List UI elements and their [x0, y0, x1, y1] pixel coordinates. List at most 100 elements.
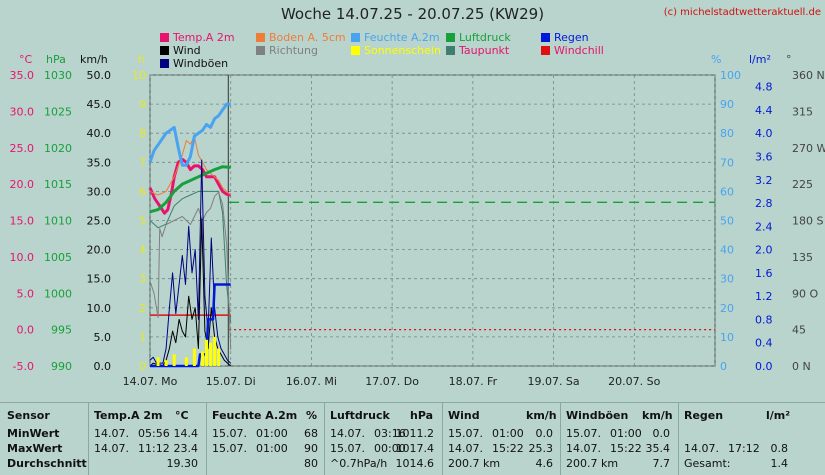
x-tick-label: 18.07. Fr	[449, 375, 498, 388]
tick-label-hpa: 1030	[44, 69, 72, 82]
tick-label-hpa: 995	[51, 324, 72, 337]
sunshine-bar	[184, 357, 188, 366]
stats-value-luftdruck: 1011.2	[395, 427, 435, 440]
unit-celsius: °C	[19, 53, 33, 66]
stats-row-label: MinWert	[7, 427, 60, 440]
stats-header-regen: Regen	[684, 409, 724, 422]
tick-label-direction: 270 W	[792, 142, 825, 155]
stats-column-divider	[88, 403, 89, 475]
tick-label-rain: 3.2	[755, 174, 773, 187]
unit-deg: °	[786, 53, 792, 66]
stats-date-regen: 14.07.	[684, 442, 719, 455]
stats-value-regen: 1.4	[770, 457, 789, 470]
sunshine-bar	[164, 360, 168, 366]
stats-date-temp: 14.07.	[94, 442, 129, 455]
stats-unit-temp: °C	[175, 409, 189, 422]
tick-label-direction: 180 S	[792, 215, 823, 228]
stats-value-feuchte: 90	[304, 442, 318, 455]
tick-label-hours: 2	[139, 302, 146, 315]
stats-value-temp: 14.4	[173, 427, 199, 440]
x-tick-label: 14.07. Mo	[123, 375, 178, 388]
stats-value-feuchte: 68	[304, 427, 318, 440]
tick-label-hours: 3	[139, 273, 146, 286]
stats-value-windboeen: 7.7	[652, 457, 671, 470]
stats-date-luftdruck: 14.07.	[330, 427, 365, 440]
tick-label-direction: 135	[792, 251, 813, 264]
unit-rain: l/m²	[749, 53, 771, 66]
tick-label-rain: 4.8	[755, 81, 773, 94]
stats-header-wind: Wind	[448, 409, 480, 422]
tick-label-kmh: 35.0	[87, 156, 112, 169]
tick-label-hours: 10	[132, 69, 146, 82]
tick-label-percent: 70	[720, 156, 734, 169]
stats-value-regen: 0.8	[770, 442, 789, 455]
tick-label-celsius: 15.0	[10, 215, 35, 228]
sunshine-bar	[200, 351, 204, 366]
tick-label-rain: 1.2	[755, 290, 773, 303]
tick-label-hpa: 1010	[44, 215, 72, 228]
stats-value-wind: 25.3	[528, 442, 554, 455]
stats-value-windboeen: 35.4	[645, 442, 671, 455]
stats-date-windboeen: 200.7 km	[566, 457, 619, 470]
tick-label-percent: 90	[720, 98, 734, 111]
tick-label-direction: 315	[792, 105, 813, 118]
stats-date-windboeen: 15.07.	[566, 427, 601, 440]
tick-label-rain: 4.0	[755, 127, 773, 140]
stats-value-temp: 23.4	[173, 442, 199, 455]
stats-value-wind: 4.6	[535, 457, 554, 470]
sunshine-bar	[217, 348, 221, 366]
tick-label-rain: 0.0	[755, 360, 773, 373]
tick-label-rain: 2.4	[755, 220, 773, 233]
x-tick-label: 17.07. Do	[365, 375, 419, 388]
tick-label-kmh: 5.0	[94, 331, 112, 344]
stats-date-feuchte: 15.07.	[212, 427, 247, 440]
stats-unit-luftdruck: hPa	[410, 409, 434, 422]
tick-label-celsius: 35.0	[10, 69, 35, 82]
tick-label-percent: 60	[720, 185, 734, 198]
tick-label-percent: 80	[720, 127, 734, 140]
stats-value-windboeen: 0.0	[652, 427, 671, 440]
stats-date-windboeen: 14.07.	[566, 442, 601, 455]
stats-value-wind: 0.0	[535, 427, 554, 440]
tick-label-celsius: 5.0	[17, 287, 35, 300]
tick-label-celsius: 25.0	[10, 142, 35, 155]
tick-label-hpa: 1000	[44, 287, 72, 300]
unit-hpa: hPa	[46, 53, 66, 66]
tick-label-percent: 0	[720, 360, 727, 373]
chart-svg: 35.030.025.020.015.010.05.00.0-5.0103010…	[10, 53, 825, 388]
tick-label-celsius: 10.0	[10, 251, 35, 264]
tick-label-direction: 360 N	[792, 69, 825, 82]
sunshine-bar	[156, 357, 160, 366]
stats-date-wind: 15.07.	[448, 427, 483, 440]
tick-label-direction: 0 N	[792, 360, 811, 373]
unit-kmh: km/h	[80, 53, 108, 66]
tick-label-hpa: 1015	[44, 178, 72, 191]
stats-date-feuchte: 15.07.	[212, 442, 247, 455]
tick-label-kmh: 40.0	[87, 127, 112, 140]
stats-unit-feuchte: %	[306, 409, 318, 422]
tick-label-hours: 7	[139, 156, 146, 169]
stats-column-divider	[560, 403, 561, 475]
stats-date-wind: 14.07.	[448, 442, 483, 455]
tick-label-percent: 20	[720, 302, 734, 315]
tick-label-hours: 1	[139, 331, 146, 344]
tick-label-kmh: 25.0	[87, 215, 112, 228]
tick-label-celsius: 0.0	[17, 324, 35, 337]
stats-row-label: Durchschnitt	[7, 457, 87, 470]
tick-label-kmh: 50.0	[87, 69, 112, 82]
stats-date-temp: 14.07.	[94, 427, 129, 440]
stats-value-luftdruck: 1014.6	[395, 457, 435, 470]
sunshine-bar	[213, 336, 217, 366]
tick-label-percent: 50	[720, 215, 734, 228]
tick-label-hours: 9	[139, 98, 146, 111]
sunshine-bar	[192, 348, 196, 366]
tick-label-percent: 30	[720, 273, 734, 286]
tick-label-percent: 40	[720, 244, 734, 257]
stats-date-wind: 200.7 km	[448, 457, 501, 470]
sunshine-bar	[209, 342, 213, 366]
stats-value-luftdruck: 1017.4	[395, 442, 435, 455]
tick-label-hpa: 1025	[44, 105, 72, 118]
tick-label-hours: 4	[139, 244, 146, 257]
tick-label-hpa: 1005	[44, 251, 72, 264]
tick-label-celsius: 20.0	[10, 178, 35, 191]
